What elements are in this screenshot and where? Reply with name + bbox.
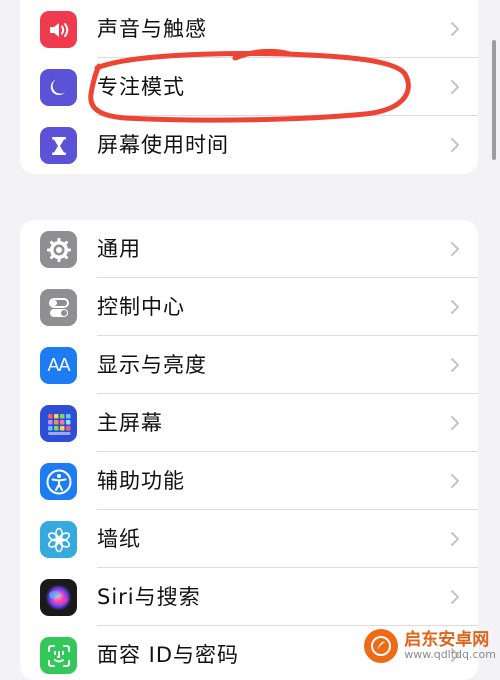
text-size-icon: AA bbox=[40, 347, 77, 384]
face-id-icon bbox=[40, 637, 77, 674]
text-size-glyph: AA bbox=[47, 355, 70, 375]
chevron-right-icon bbox=[451, 474, 459, 488]
settings-row-label: 声音与触感 bbox=[97, 17, 207, 41]
settings-row-label: 主屏幕 bbox=[97, 411, 163, 435]
settings-row-label: 通用 bbox=[97, 237, 141, 261]
chevron-right-icon bbox=[451, 300, 459, 314]
settings-row-label: 专注模式 bbox=[97, 75, 185, 99]
chevron-right-icon bbox=[451, 590, 459, 604]
chevron-right-icon bbox=[451, 532, 459, 546]
settings-row-focus[interactable]: 专注模式 bbox=[20, 58, 478, 116]
settings-row-control-center[interactable]: 控制中心 bbox=[20, 278, 478, 336]
watermark-name: 启东安卓网 bbox=[404, 629, 490, 650]
home-grid-icon bbox=[40, 405, 77, 442]
watermark: 启东安卓网 www.qdltdq.com bbox=[364, 629, 496, 663]
settings-row-general[interactable]: 通用 bbox=[20, 220, 478, 278]
hourglass-icon bbox=[40, 127, 77, 164]
accessibility-icon bbox=[40, 463, 77, 500]
settings-row-sound-haptics[interactable]: 声音与触感 bbox=[20, 0, 478, 58]
settings-row-label: 屏幕使用时间 bbox=[97, 133, 229, 157]
settings-row-label: 显示与亮度 bbox=[97, 353, 207, 377]
settings-row-wallpaper[interactable]: 墙纸 bbox=[20, 510, 478, 568]
scroll-indicator[interactable] bbox=[492, 40, 496, 160]
settings-row-label: Siri与搜索 bbox=[97, 585, 201, 609]
toggles-icon bbox=[40, 289, 77, 326]
settings-row-accessibility[interactable]: 辅助功能 bbox=[20, 452, 478, 510]
settings-group-1: 声音与触感 专注模式 屏幕使用时间 bbox=[20, 0, 478, 174]
settings-row-label: 辅助功能 bbox=[97, 469, 185, 493]
chevron-right-icon bbox=[451, 22, 459, 36]
flower-icon bbox=[40, 521, 77, 558]
watermark-logo-icon bbox=[364, 629, 399, 663]
settings-row-label: 面容 ID与密码 bbox=[97, 643, 240, 667]
settings-row-label: 控制中心 bbox=[97, 295, 185, 319]
chevron-right-icon bbox=[451, 80, 459, 94]
chevron-right-icon bbox=[451, 138, 459, 152]
watermark-url: www.qdltdq.com bbox=[404, 648, 496, 662]
speaker-icon bbox=[40, 11, 77, 48]
gear-icon bbox=[40, 231, 77, 268]
settings-row-home-screen[interactable]: 主屏幕 bbox=[20, 394, 478, 452]
chevron-right-icon bbox=[451, 416, 459, 430]
settings-row-display-brightness[interactable]: AA 显示与亮度 bbox=[20, 336, 478, 394]
settings-row-siri-search[interactable]: Siri与搜索 bbox=[20, 568, 478, 626]
chevron-right-icon bbox=[451, 358, 459, 372]
chevron-right-icon bbox=[451, 242, 459, 256]
moon-icon bbox=[40, 69, 77, 106]
settings-row-label: 墙纸 bbox=[97, 527, 141, 551]
siri-icon bbox=[40, 579, 77, 616]
settings-row-screen-time[interactable]: 屏幕使用时间 bbox=[20, 116, 478, 174]
settings-group-2: 通用 控制中心 AA 显示与亮度 主屏幕 辅助功能 墙纸 Siri与搜索 面容 … bbox=[20, 220, 478, 680]
